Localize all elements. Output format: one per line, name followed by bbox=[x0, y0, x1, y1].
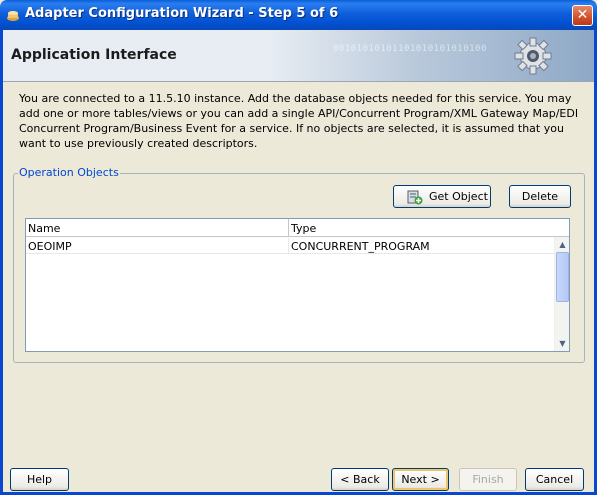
app-icon bbox=[7, 11, 19, 21]
delete-label: Delete bbox=[521, 190, 559, 203]
close-button[interactable]: ✕ bbox=[572, 5, 593, 26]
window-title: Adapter Configuration Wizard - Step 5 of… bbox=[25, 6, 339, 21]
get-object-label: Get Object bbox=[429, 190, 488, 203]
group-legend: Operation Objects bbox=[18, 166, 120, 179]
cell-divider bbox=[288, 238, 289, 254]
cell-name: OEOIMP bbox=[28, 240, 72, 253]
vertical-scrollbar[interactable]: ▲ ▼ bbox=[554, 237, 569, 351]
table-row[interactable]: OEOIMP CONCURRENT_PROGRAM bbox=[26, 238, 554, 254]
next-button[interactable]: Next > bbox=[392, 468, 449, 491]
title-bar[interactable]: Adapter Configuration Wizard - Step 5 of… bbox=[0, 0, 597, 30]
next-label: Next > bbox=[401, 473, 440, 486]
finish-button[interactable]: Finish bbox=[459, 468, 517, 491]
back-label: < Back bbox=[340, 473, 380, 486]
header-decoration-text: 00101010101101010101010100 bbox=[333, 44, 487, 54]
help-button[interactable]: Help bbox=[10, 468, 69, 491]
get-object-button[interactable]: Get Object bbox=[393, 185, 491, 208]
description-text: You are connected to a 11.5.10 instance.… bbox=[19, 92, 579, 150]
scroll-up-icon[interactable]: ▲ bbox=[555, 237, 570, 252]
finish-label: Finish bbox=[472, 473, 504, 486]
scroll-down-icon[interactable]: ▼ bbox=[555, 336, 570, 351]
cancel-label: Cancel bbox=[535, 473, 574, 486]
operation-objects-table[interactable]: Name Type OEOIMP CONCURRENT_PROGRAM ▲ ▼ bbox=[25, 218, 570, 352]
add-object-icon bbox=[407, 190, 423, 205]
page-title: Application Interface bbox=[11, 47, 177, 63]
cell-type: CONCURRENT_PROGRAM bbox=[291, 240, 430, 253]
column-divider[interactable] bbox=[288, 219, 289, 237]
table-header: Name Type bbox=[26, 219, 569, 237]
gear-icon bbox=[514, 37, 552, 75]
scroll-thumb[interactable] bbox=[556, 252, 569, 302]
delete-button[interactable]: Delete bbox=[509, 185, 571, 208]
column-header-type[interactable]: Type bbox=[291, 222, 316, 235]
close-icon: ✕ bbox=[576, 7, 589, 23]
column-header-name[interactable]: Name bbox=[28, 222, 60, 235]
help-label: Help bbox=[26, 473, 53, 486]
wizard-header: Application Interface 001010101011010101… bbox=[3, 30, 594, 82]
back-button[interactable]: < Back bbox=[331, 468, 389, 491]
cancel-button[interactable]: Cancel bbox=[525, 468, 584, 491]
